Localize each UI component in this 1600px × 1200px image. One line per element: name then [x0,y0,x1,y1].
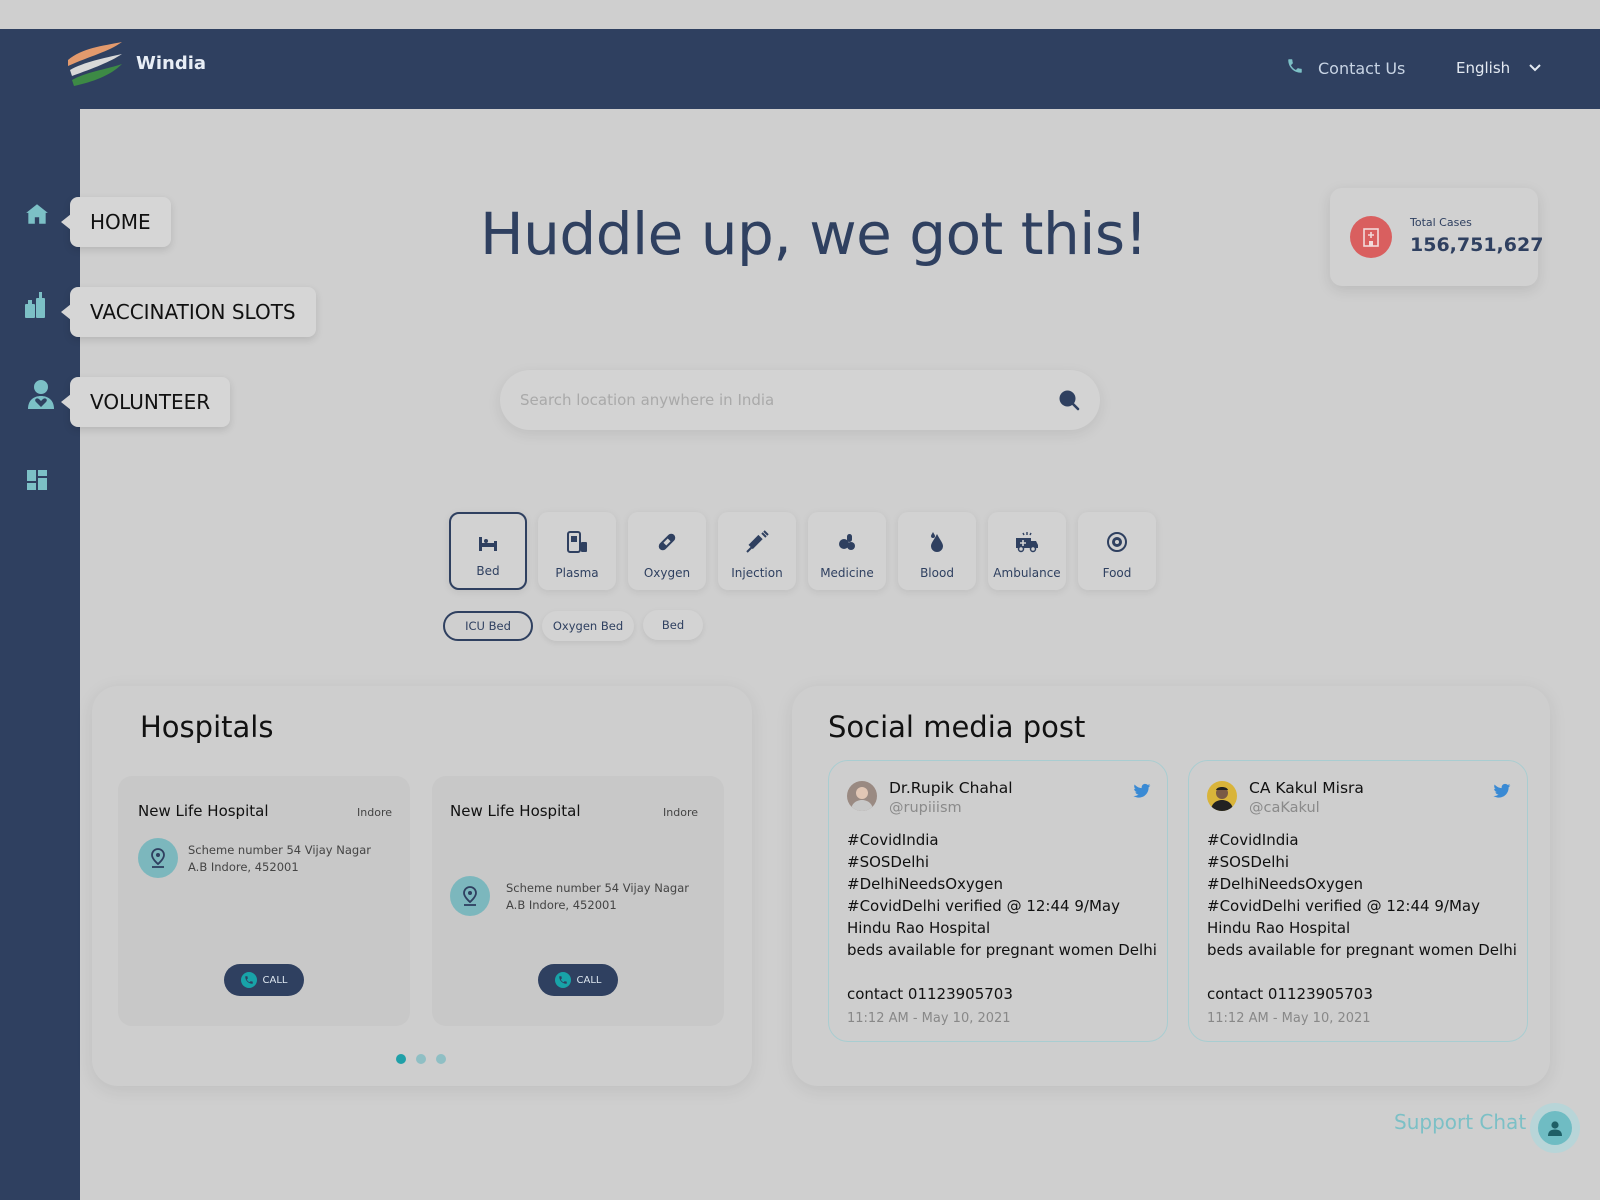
bed-icon [475,531,501,557]
filter-icu-bed[interactable]: ICU Bed [443,611,533,641]
chevron-down-icon [1528,59,1542,77]
category-label: Oxygen [643,566,691,580]
brand-logo-icon[interactable] [64,40,126,88]
hospital-card[interactable]: New Life Hospital Indore Scheme number 5… [118,776,410,1026]
user-icon [1538,1111,1572,1145]
post-handle: @caKakul [1249,800,1320,816]
nav-vaccination-slots[interactable]: VACCINATION SLOTS [61,287,316,337]
language-value: English [1456,59,1511,77]
nav-home[interactable]: HOME [61,197,171,247]
filter-oxygen-bed[interactable]: Oxygen Bed [542,611,634,641]
category-plasma[interactable]: Plasma [538,512,616,590]
total-cases-card: Total Cases 156,751,627 [1330,188,1543,286]
location-pin-icon [450,876,490,916]
call-label: CALL [262,974,288,986]
support-chat-label[interactable]: Support Chat [1394,1110,1526,1134]
post-body: #CovidIndia #SOSDelhi #DelhiNeedsOxygen … [847,831,1157,1003]
call-button[interactable]: CALL [538,964,618,996]
hospital-name: New Life Hospital [138,802,269,820]
sidebar [0,109,80,1200]
search-icon[interactable] [1058,389,1080,411]
category-blood[interactable]: Blood [898,512,976,590]
language-select[interactable]: English [1456,59,1542,77]
injection-icon [744,529,770,555]
pager-dot[interactable] [416,1054,426,1064]
post-body: #CovidIndia #SOSDelhi #DelhiNeedsOxygen … [1207,831,1517,1003]
hospital-city: Indore [357,806,392,819]
social-media-panel: Social media post Dr.Rupik Chahal @rupii… [792,686,1550,1086]
avatar [1207,781,1237,811]
total-cases-label: Total Cases [1410,216,1472,229]
phone-icon [554,972,571,988]
post-author: Dr.Rupik Chahal [889,779,1013,797]
category-oxygen[interactable]: Oxygen [628,512,706,590]
post-handle: @rupiiism [889,800,962,816]
category-label: Food [1102,566,1132,580]
twitter-icon[interactable] [1493,783,1511,799]
pager-dot[interactable] [436,1054,446,1064]
hospital-card[interactable]: New Life Hospital Indore Scheme number 5… [432,776,724,1026]
call-button[interactable]: CALL [224,964,304,996]
social-post-card[interactable]: CA Kakul Misra @caKakul #CovidIndia #SOS… [1188,760,1528,1042]
search-bar [500,370,1100,430]
twitter-icon[interactable] [1133,783,1151,799]
dashboard-icon[interactable] [20,463,54,497]
hospital-name: New Life Hospital [450,802,581,820]
top-header: Windia Contact Us English [0,29,1600,109]
volunteer-icon[interactable] [24,377,58,411]
pager-dot[interactable] [396,1054,406,1064]
category-bed[interactable]: Bed [449,512,527,590]
category-medicine[interactable]: Medicine [808,512,886,590]
hospital-building-icon [1350,216,1392,258]
phone-icon [240,972,257,988]
category-label: Injection [731,566,783,580]
category-label: Medicine [820,566,874,580]
filter-bed[interactable]: Bed [643,610,703,640]
hospital-address: Scheme number 54 Vijay Nagar A.B Indore,… [188,843,371,874]
support-chat-button[interactable] [1530,1103,1580,1153]
hero-title: Huddle up, we got this! [480,200,1148,268]
social-media-title: Social media post [828,710,1086,744]
hospitals-panel: Hospitals New Life Hospital Indore Schem… [92,686,752,1086]
hospitals-title: Hospitals [140,710,274,744]
category-food[interactable]: Food [1078,512,1156,590]
category-ambulance[interactable]: Ambulance [988,512,1066,590]
category-injection[interactable]: Injection [718,512,796,590]
plasma-icon [564,529,590,555]
post-author: CA Kakul Misra [1249,779,1364,797]
medicine-icon [834,529,860,555]
ambulance-icon [1014,529,1040,555]
search-input[interactable] [520,388,1030,412]
hospital-city: Indore [663,806,698,819]
category-label: Plasma [555,566,599,580]
social-post-card[interactable]: Dr.Rupik Chahal @rupiiism #CovidIndia #S… [828,760,1168,1042]
category-label: Ambulance [993,566,1061,580]
home-icon[interactable] [20,197,54,231]
phone-icon [1286,57,1304,79]
vaccine-icon[interactable] [20,288,54,322]
post-timestamp: 11:12 AM - May 10, 2021 [847,1011,1011,1026]
blood-icon [924,529,950,555]
food-icon [1104,529,1130,555]
contact-us-label: Contact Us [1318,58,1406,78]
category-label: Blood [920,566,954,580]
avatar [847,781,877,811]
oxygen-icon [654,529,680,555]
contact-us-link[interactable]: Contact Us [1286,57,1405,79]
brand-name[interactable]: Windia [136,53,206,74]
category-label: Bed [476,564,500,578]
hospital-address: Scheme number 54 Vijay Nagar A.B Indore,… [506,881,689,912]
window-top-strip [0,0,1600,29]
call-label: CALL [576,974,602,986]
location-pin-icon [138,838,178,878]
post-timestamp: 11:12 AM - May 10, 2021 [1207,1011,1371,1026]
nav-volunteer[interactable]: VOLUNTEER [60,377,231,427]
total-cases-value: 156,751,627 [1410,234,1544,256]
